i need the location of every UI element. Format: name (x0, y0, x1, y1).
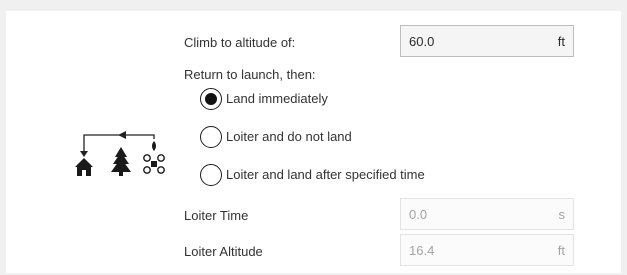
radio-button[interactable] (200, 126, 222, 148)
loiter-altitude-label: Loiter Altitude (184, 244, 263, 259)
radio-label-loiter-no-land: Loiter and do not land (226, 129, 352, 144)
tree-icon (111, 147, 131, 176)
home-icon (75, 158, 93, 176)
loiter-altitude-value: 16.4 (409, 243, 435, 258)
radio-button[interactable] (200, 164, 222, 186)
radio-button[interactable] (200, 88, 222, 110)
climb-altitude-value: 60.0 (409, 34, 435, 49)
return-path-arrow-icon (80, 131, 155, 157)
rtl-diagram (75, 131, 165, 176)
loiter-time-input[interactable]: 0.0 s (400, 198, 574, 230)
loiter-time-unit: s (558, 207, 566, 222)
loiter-time-label: Loiter Time (184, 208, 249, 223)
climb-altitude-unit: ft (557, 34, 565, 49)
climb-altitude-label: Climb to altitude of: (184, 35, 296, 50)
return-to-launch-label: Return to launch, then: (184, 67, 316, 82)
radio-label-land-immediately: Land immediately (226, 91, 328, 106)
climb-altitude-input[interactable]: 60.0 ft (400, 25, 574, 57)
radio-label-loiter-land-after-time: Loiter and land after specified time (226, 167, 425, 182)
rtl-settings-panel: Climb to altitude of: 60.0 ft Return to … (6, 11, 621, 273)
loiter-altitude-unit: ft (557, 243, 565, 258)
radio-selected-dot (205, 93, 217, 105)
loiter-time-value: 0.0 (409, 207, 428, 222)
drone-icon (143, 141, 165, 174)
loiter-altitude-input[interactable]: 16.4 ft (400, 234, 574, 266)
